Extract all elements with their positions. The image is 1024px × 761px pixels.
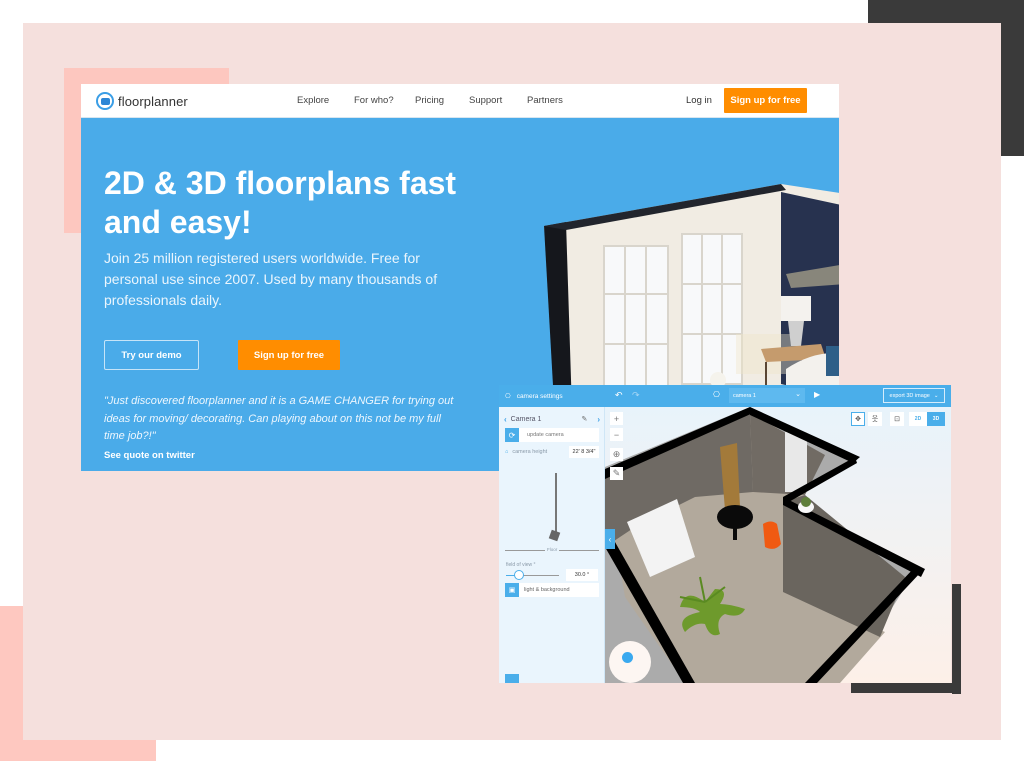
walk-person-icon[interactable]: 웃 bbox=[868, 412, 882, 426]
decor-dark-corner-horizontal bbox=[851, 683, 961, 693]
decor-dark-corner-vertical bbox=[952, 584, 961, 694]
camera-selector: ‹ Camera 1 ✎ › bbox=[504, 413, 600, 425]
floorplanner-logo-icon bbox=[96, 92, 114, 110]
camera-name: Camera 1 bbox=[510, 415, 542, 423]
camera-height-icon: ⌂ bbox=[505, 449, 509, 455]
camera-height-input[interactable]: 22' 8 3/4" bbox=[569, 446, 599, 458]
camera-settings-panel: ⎔ camera settings ‹ Camera 1 ✎ › ⟳ updat… bbox=[499, 385, 605, 683]
chevron-down-icon: ⌄ bbox=[795, 391, 801, 398]
edit-pencil-icon[interactable]: ✎ bbox=[581, 415, 587, 423]
logo[interactable]: floorplanner bbox=[96, 92, 188, 110]
zoom-out-button[interactable]: − bbox=[610, 428, 623, 441]
fov-label: field of view ° bbox=[506, 562, 536, 568]
screenshot-icon[interactable]: ⊡ bbox=[890, 412, 904, 426]
nav-partners[interactable]: Partners bbox=[527, 95, 563, 106]
camera-select-value: camera 1 bbox=[733, 392, 756, 399]
nav-support[interactable]: Support bbox=[469, 95, 527, 106]
camera-select[interactable]: camera 1 ⌄ bbox=[729, 388, 805, 403]
compass-dot[interactable] bbox=[622, 652, 633, 663]
camera-add-icon[interactable]: ⎔ bbox=[713, 390, 720, 399]
next-camera-icon[interactable]: › bbox=[597, 415, 600, 424]
logo-text: floorplanner bbox=[118, 93, 188, 109]
app-screenshot: ⎔ camera settings ‹ Camera 1 ✎ › ⟳ updat… bbox=[499, 385, 951, 683]
light-background-button[interactable]: ▣ light & background bbox=[505, 583, 599, 597]
hero-subtitle: Join 25 million registered users worldwi… bbox=[104, 250, 438, 308]
hero-title: 2D & 3D floorplans fast and easy! bbox=[104, 165, 457, 240]
3d-floorplan-render bbox=[605, 407, 951, 683]
floor-label: Floor bbox=[545, 547, 560, 552]
login-link[interactable]: Log in bbox=[686, 95, 712, 106]
camera-height-row: ⌂ camera height 22' 8 3/4" bbox=[505, 446, 599, 458]
testimonial-quote: "Just discovered floorplanner and it is … bbox=[104, 395, 454, 442]
view-controls: ✥ 웃 ⊡ bbox=[851, 412, 904, 426]
refresh-icon: ⟳ bbox=[505, 428, 519, 442]
top-nav: floorplanner Explore For who? Pricing Su… bbox=[81, 84, 839, 118]
fov-slider-knob[interactable] bbox=[514, 570, 525, 580]
camera-height-handle[interactable] bbox=[548, 529, 561, 542]
camera-height-label: camera height bbox=[512, 449, 548, 455]
redo-icon[interactable]: ↷ bbox=[632, 390, 640, 401]
nav-links: Explore For who? Pricing Support Partner… bbox=[297, 95, 563, 106]
collapse-panel-button[interactable]: ‹ bbox=[605, 529, 615, 549]
signup-top-button[interactable]: Sign up for free bbox=[724, 88, 807, 113]
dimension-toggle: 2D 3D bbox=[909, 412, 945, 426]
nav-pricing[interactable]: Pricing bbox=[415, 95, 469, 106]
update-camera-label: update camera bbox=[527, 432, 564, 438]
orbit-icon[interactable]: ✥ bbox=[851, 412, 865, 426]
chevron-down-icon: ⌄ bbox=[933, 392, 939, 399]
export-label: export 3D image bbox=[889, 392, 930, 399]
camera-icon: ⎔ bbox=[505, 393, 511, 400]
nav-for-who[interactable]: For who? bbox=[354, 95, 415, 106]
fov-input[interactable]: 30.0 ° bbox=[566, 569, 598, 581]
mode-2d-button[interactable]: 2D bbox=[909, 412, 927, 426]
nav-explore[interactable]: Explore bbox=[297, 95, 354, 106]
mode-3d-button[interactable]: 3D bbox=[927, 412, 945, 426]
zoom-in-button[interactable]: + bbox=[610, 412, 623, 425]
image-icon: ▣ bbox=[505, 583, 519, 597]
play-icon[interactable]: ▶ bbox=[814, 390, 820, 399]
camera-settings-title: camera settings bbox=[516, 392, 563, 400]
light-background-label: light & background bbox=[524, 587, 570, 593]
export-3d-image-button[interactable]: export 3D image ⌄ bbox=[883, 388, 945, 403]
update-camera-button[interactable]: ⟳ update camera bbox=[505, 428, 599, 442]
camera-settings-header: ⎔ camera settings bbox=[499, 385, 605, 407]
page: floorplanner Explore For who? Pricing Su… bbox=[0, 0, 1024, 761]
center-view-button[interactable]: ⊕ bbox=[610, 448, 623, 461]
signup-hero-button[interactable]: Sign up for free bbox=[238, 340, 340, 370]
prev-camera-icon[interactable]: ‹ bbox=[504, 415, 507, 424]
camera-height-pole bbox=[555, 473, 557, 533]
settings-bottom-button[interactable] bbox=[505, 674, 519, 683]
twitter-quote-link[interactable]: See quote on twitter bbox=[104, 450, 195, 461]
edit-pencil-button[interactable]: ✎ bbox=[610, 467, 623, 480]
try-demo-button[interactable]: Try our demo bbox=[104, 340, 199, 370]
undo-icon[interactable]: ↶ bbox=[615, 390, 623, 401]
